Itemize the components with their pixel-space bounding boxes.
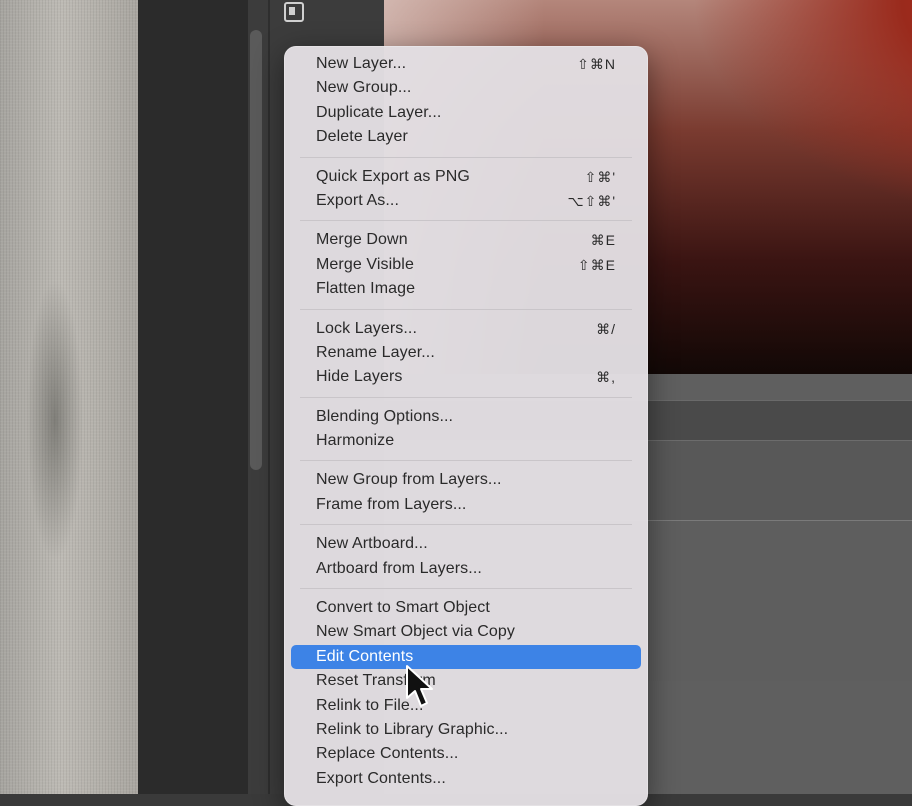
menu-item-label: Edit Contents [316, 647, 414, 665]
menu-item-label: New Group from Layers... [316, 471, 502, 489]
menu-item-shortcut: ⌥⇧⌘' [567, 192, 616, 209]
menu-item-label: Export Contents... [316, 769, 446, 787]
menu-item-label: Flatten Image [316, 280, 416, 298]
menu-item-artboard-from-layers[interactable]: Artboard from Layers... [291, 557, 641, 581]
menu-item-label: Merge Visible [316, 255, 414, 273]
layer-context-menu: New Layer... ⇧⌘N New Group... Duplicate Lay… [284, 46, 648, 806]
background-photo [0, 0, 138, 794]
menu-item-export-contents[interactable]: Export Contents... [291, 767, 641, 791]
panel-toggle-icon[interactable] [284, 2, 304, 22]
menu-item-label: Replace Contents... [316, 745, 459, 763]
menu-separator [300, 308, 632, 310]
menu-item-label: Blending Options... [316, 407, 454, 425]
menu-item-shortcut: ⌘/ [596, 320, 616, 337]
menu-item-new-group[interactable]: New Group... [291, 76, 641, 100]
menu-item-label: New Artboard... [316, 535, 428, 553]
menu-item-label: New Layer... [316, 55, 407, 72]
menu-item-label: Merge Down [316, 231, 408, 249]
menu-item-label: New Smart Object via Copy [316, 623, 516, 641]
menu-item-relink-to-file[interactable]: Relink to File... [291, 694, 641, 718]
menu-item-shortcut: ⇧⌘E [577, 256, 616, 273]
menu-item-harmonize[interactable]: Harmonize [291, 429, 641, 453]
menu-item-convert-to-smart-object[interactable]: Convert to Smart Object [291, 596, 641, 620]
menu-item-flatten-image[interactable]: Flatten Image [291, 277, 641, 301]
menu-item-replace-contents[interactable]: Replace Contents... [291, 742, 641, 766]
menu-item-quick-export-as-png[interactable]: Quick Export as PNG ⇧⌘' [291, 165, 641, 189]
menu-item-hide-layers[interactable]: Hide Layers ⌘, [291, 365, 641, 389]
menu-item-merge-visible[interactable]: Merge Visible ⇧⌘E [291, 253, 641, 277]
menu-item-label: New Group... [316, 79, 412, 97]
menu-item-relink-to-library-graphic[interactable]: Relink to Library Graphic... [291, 718, 641, 742]
menu-item-reset-transform[interactable]: Reset Transform [291, 669, 641, 693]
menu-item-label: Lock Layers... [316, 319, 418, 337]
menu-item-frame-from-layers[interactable]: Frame from Layers... [291, 493, 641, 517]
menu-item-new-group-from-layers[interactable]: New Group from Layers... [291, 468, 641, 492]
menu-item-label: Harmonize [316, 432, 395, 450]
menu-item-shortcut: ⇧⌘' [584, 168, 616, 185]
menu-item-label: Export As... [316, 191, 400, 209]
menu-separator [300, 220, 632, 222]
menu-item-lock-layers[interactable]: Lock Layers... ⌘/ [291, 317, 641, 341]
menu-item-rename-layer[interactable]: Rename Layer... [291, 341, 641, 365]
menu-item-export-as[interactable]: Export As... ⌥⇧⌘' [291, 189, 641, 213]
mouse-pointer-icon [406, 665, 433, 707]
menu-item-duplicate-layer[interactable]: Duplicate Layer... [291, 101, 641, 125]
menu-item-label: Frame from Layers... [316, 495, 467, 513]
menu-item-shortcut: ⌘, [596, 369, 616, 386]
menu-item-merge-down[interactable]: Merge Down ⌘E [291, 228, 641, 252]
menu-item-label: Artboard from Layers... [316, 559, 482, 577]
menu-item-new-layer[interactable]: New Layer... ⇧⌘N [291, 52, 641, 76]
menu-item-label: Delete Layer [316, 128, 408, 146]
menu-item-label: Quick Export as PNG [316, 167, 470, 185]
menu-item-label: Hide Layers [316, 368, 403, 386]
menu-item-label: Rename Layer... [316, 343, 435, 361]
panel-divider [268, 0, 270, 794]
panel-scrollbar[interactable] [250, 30, 262, 470]
menu-separator [300, 460, 632, 462]
menu-item-shortcut: ⇧⌘N [577, 56, 616, 72]
dark-side-panel [138, 0, 248, 794]
menu-separator [300, 156, 632, 158]
menu-item-new-artboard[interactable]: New Artboard... [291, 532, 641, 556]
menu-item-new-smart-object-via-copy[interactable]: New Smart Object via Copy [291, 620, 641, 644]
menu-item-label: Relink to Library Graphic... [316, 720, 509, 738]
menu-item-label: Duplicate Layer... [316, 103, 442, 121]
menu-items: New Layer... ⇧⌘N New Group... Duplicate Lay… [284, 52, 648, 791]
menu-separator [300, 524, 632, 526]
menu-item-label: Convert to Smart Object [316, 599, 490, 617]
menu-item-edit-contents[interactable]: Edit Contents [291, 644, 641, 670]
menu-separator [300, 396, 632, 398]
menu-item-blending-options[interactable]: Blending Options... [291, 405, 641, 429]
menu-separator [300, 588, 632, 590]
menu-item-shortcut: ⌘E [590, 232, 616, 249]
menu-item-delete-layer[interactable]: Delete Layer [291, 125, 641, 149]
